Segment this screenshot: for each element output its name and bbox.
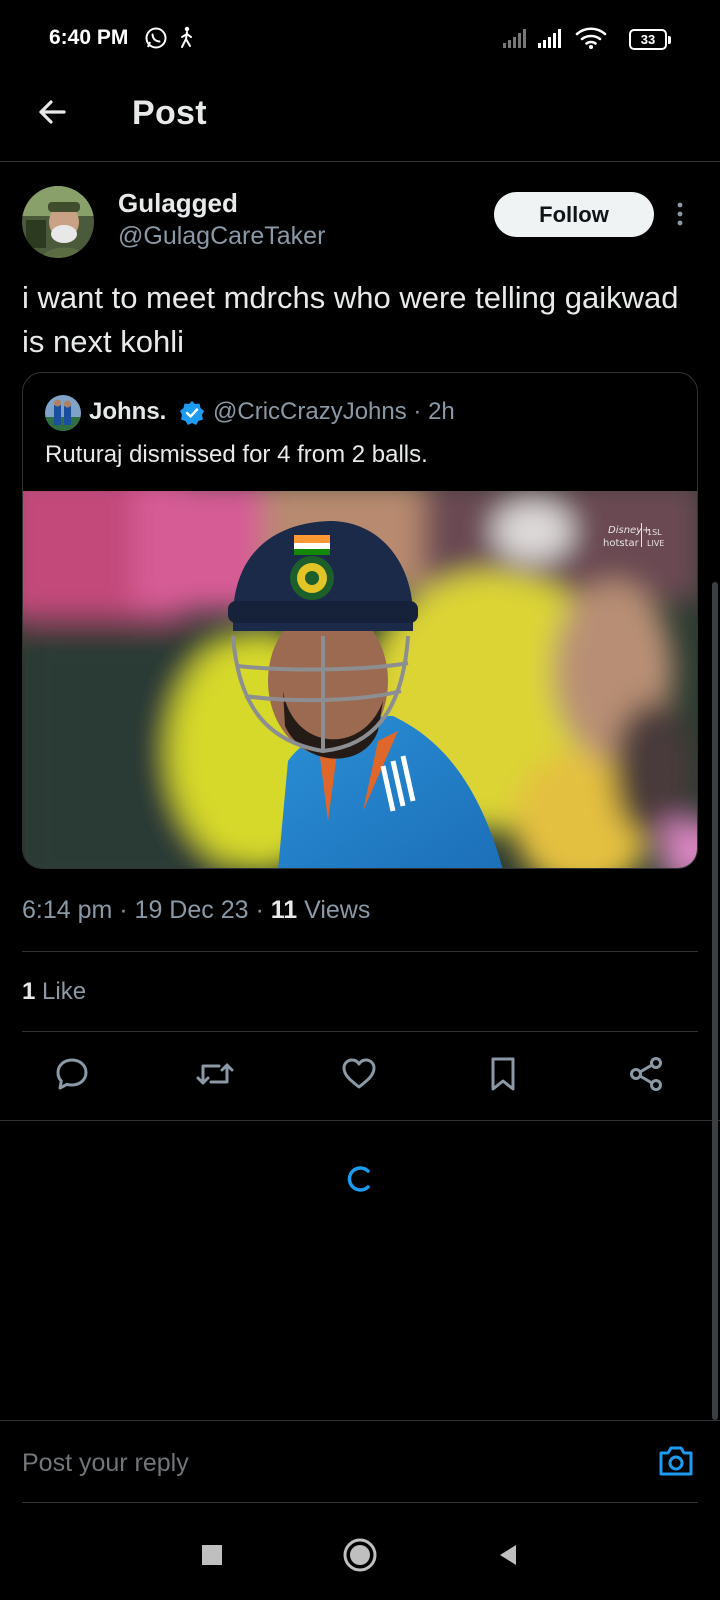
verified-badge-icon [179, 400, 205, 431]
back-button[interactable] [30, 92, 74, 136]
page-title: Post [132, 94, 207, 132]
likes-count: 1 [22, 978, 36, 1005]
follow-button[interactable]: Follow [494, 192, 654, 237]
quote-avatar [45, 395, 81, 431]
more-options-icon[interactable] [670, 200, 690, 230]
quote-text: Ruturaj dismissed for 4 from 2 balls. [45, 441, 428, 468]
author-handle[interactable]: @GulagCareTaker [118, 222, 325, 251]
share-button[interactable] [624, 1054, 668, 1098]
quote-author-handle: @CricCrazyJohns · 2h [213, 398, 455, 425]
reply-icon [53, 1055, 91, 1098]
back-nav-button[interactable] [486, 1535, 530, 1579]
battery-icon: 33 [629, 29, 671, 50]
quoted-post[interactable]: Johns. @CricCrazyJohns · 2h Ruturaj dism… [22, 372, 698, 869]
whatsapp-icon [144, 26, 168, 55]
retweet-icon [194, 1055, 236, 1098]
reply-button[interactable] [50, 1054, 94, 1098]
post-timestamp: 6:14 pm · 19 Dec 23 · [22, 896, 271, 924]
post-timestamp-views: 6:14 pm · 19 Dec 23 · 11 Views [22, 896, 370, 925]
recents-button[interactable] [190, 1535, 234, 1579]
walk-icon [178, 26, 196, 55]
top-app-bar: Post [0, 80, 720, 162]
bookmark-button[interactable] [481, 1054, 525, 1098]
avatar[interactable] [22, 186, 94, 258]
broadcaster-badge-bottom: LIVE [647, 539, 664, 548]
views-label: Views [297, 896, 371, 924]
scrollbar[interactable] [712, 582, 718, 1420]
signal-icon [503, 28, 531, 53]
recents-icon [201, 1544, 223, 1571]
divider [0, 1120, 720, 1121]
share-icon [627, 1055, 665, 1098]
divider [22, 951, 698, 952]
views-count[interactable]: 11 [271, 896, 297, 924]
arrow-left-icon [36, 96, 68, 133]
loading-spinner-icon [344, 1164, 374, 1199]
author-name[interactable]: Gulagged [118, 188, 238, 219]
broadcaster-badge-top: 1SL [647, 528, 662, 537]
reply-input[interactable] [22, 1445, 622, 1481]
retweet-button[interactable] [193, 1054, 237, 1098]
status-time: 6:40 PM [49, 26, 129, 49]
camera-button[interactable] [656, 1443, 696, 1483]
reply-composer [0, 1420, 720, 1502]
likes-label: Like [35, 978, 87, 1005]
camera-icon [657, 1444, 695, 1483]
broadcaster-logo-brand: Disney+ [608, 525, 650, 536]
quote-media-image[interactable]: Disney+ hotstar 1SL LIVE [23, 491, 697, 868]
divider [22, 1031, 698, 1032]
home-button[interactable] [338, 1535, 382, 1579]
status-bar: 6:40 PM 33 [0, 0, 720, 80]
wifi-icon [575, 26, 607, 55]
divider [22, 1502, 698, 1503]
likes-summary[interactable]: 1 Like [22, 978, 86, 1006]
back-icon [496, 1543, 520, 1572]
bookmark-icon [486, 1055, 520, 1098]
home-icon [342, 1537, 378, 1578]
broadcaster-logo-sub: hotstar [603, 538, 640, 549]
signal-icon [538, 28, 566, 53]
post-text: i want to meet mdrchs who were telling g… [22, 280, 679, 359]
like-button[interactable] [337, 1054, 381, 1098]
like-icon [340, 1055, 378, 1098]
quote-author-name: Johns. [89, 398, 167, 425]
